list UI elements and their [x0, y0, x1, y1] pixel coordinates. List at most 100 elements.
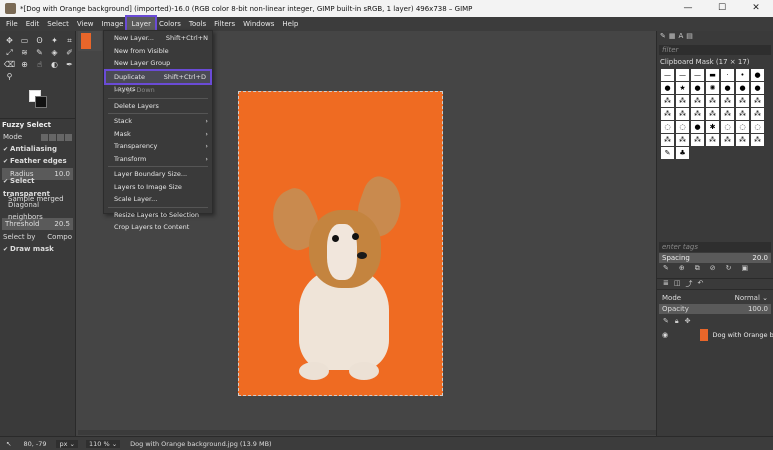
brush-icon[interactable]: ♣ [676, 147, 689, 159]
brush-icon[interactable]: ⁂ [706, 108, 719, 120]
brush-icon[interactable]: ● [721, 82, 734, 94]
brush-icon[interactable]: ✺ [706, 82, 719, 94]
move-tool-icon[interactable]: ✥ [3, 35, 16, 46]
brush-icon[interactable]: ● [691, 82, 704, 94]
brush-icon[interactable]: ▬ [706, 69, 719, 81]
paths-tab-icon[interactable]: ⤴ [686, 279, 693, 289]
warp-icon[interactable]: ≋ [18, 47, 31, 58]
brush-icon[interactable]: — [691, 69, 704, 81]
brush-icon[interactable]: ◌ [736, 121, 749, 133]
menu-item-transform[interactable]: Transform › [104, 153, 212, 166]
brush-icon[interactable]: — [661, 69, 674, 81]
select-by-row[interactable]: Select by Compo [0, 231, 75, 243]
brush-icon[interactable]: ⁂ [661, 95, 674, 107]
delete-brush-icon[interactable]: ⊘ [710, 264, 716, 276]
bucket-icon[interactable]: ◈ [48, 47, 61, 58]
clone-icon[interactable]: ⊕ [18, 59, 31, 70]
fuzzy-select-icon[interactable]: ✦ [48, 35, 61, 46]
color-swatches[interactable] [0, 86, 75, 118]
unit-select[interactable]: px ⌄ [56, 439, 78, 448]
diagonal-neighbors-checkbox[interactable]: Diagonal neighbors [0, 201, 75, 221]
menu-item-transparency[interactable]: Transparency › [104, 140, 212, 153]
tags-input[interactable]: enter tags [659, 242, 771, 252]
select-by-value[interactable]: Compo [47, 231, 72, 243]
brush-icon[interactable]: ⁂ [721, 95, 734, 107]
rect-select-icon[interactable]: ▭ [18, 35, 31, 46]
brush-icon[interactable]: ⁂ [751, 134, 764, 146]
menu-item-crop-layers-to-content[interactable]: Crop Layers to Content [104, 221, 212, 234]
undo-history-icon[interactable]: ↶ [698, 279, 704, 289]
brush-icon[interactable]: ⁂ [736, 108, 749, 120]
zoom-select[interactable]: 110 % ⌄ [85, 439, 121, 448]
brush-icon[interactable]: · [721, 69, 734, 81]
brush-icon[interactable]: ⁂ [721, 108, 734, 120]
path-icon[interactable]: ✒ [63, 59, 76, 70]
menu-item-delete-layers[interactable]: Delete Layers [104, 100, 212, 113]
refresh-brushes-icon[interactable]: ↻ [726, 264, 732, 276]
brush-icon[interactable]: — [676, 69, 689, 81]
brushes-tab-icon[interactable]: ✎ [660, 32, 666, 42]
lock-position-icon[interactable]: 🔒︎ [675, 317, 679, 327]
menu-windows[interactable]: Windows [239, 17, 278, 31]
brush-icon[interactable]: ◌ [721, 121, 734, 133]
mode-buttons[interactable] [41, 133, 72, 141]
brush-icon[interactable]: ⁂ [736, 95, 749, 107]
brush-icon[interactable]: ⁂ [751, 95, 764, 107]
visibility-eye-icon[interactable]: ◉ [662, 331, 668, 339]
select-transparent-checkbox[interactable]: Select transparent [0, 177, 75, 198]
menu-file[interactable]: File [2, 17, 22, 31]
brush-icon[interactable]: ✐ [63, 47, 76, 58]
menu-colors[interactable]: Colors [155, 17, 185, 31]
layer-mode-value[interactable]: Normal ⌄ [735, 293, 768, 303]
menu-item-duplicate-layers[interactable]: Duplicate Layers Shift+Ctrl+D [104, 68, 212, 93]
dodge-icon[interactable]: ◐ [48, 59, 61, 70]
smudge-icon[interactable]: ☝ [33, 59, 46, 70]
menu-item-new-from-visible[interactable]: New from Visible [104, 45, 212, 58]
eraser-icon[interactable]: ⌫ [3, 59, 16, 70]
brush-icon[interactable]: ⁂ [661, 108, 674, 120]
document-history-icon[interactable]: ▤ [686, 32, 693, 42]
brush-icon[interactable]: ⁂ [691, 108, 704, 120]
menu-view[interactable]: View [73, 17, 98, 31]
brush-grid[interactable]: — — — ▬ · • ● ● ★ ● ✺ ● ● ● ⁂ ⁂ ⁂ ⁂ ⁂ ⁂ ⁂ ⁂ ⁂ ⁂ ⁂ ⁂ ⁂ ⁂ ◌ ◌ ● ✱ ◌ ◌ ◌ … [657, 67, 773, 161]
menu-image[interactable]: Image [98, 17, 128, 31]
menu-item-new-layer-group[interactable]: New Layer Group [104, 57, 212, 70]
duplicate-brush-icon[interactable]: ⧉ [695, 264, 700, 276]
close-button[interactable]: ✕ [739, 0, 773, 17]
menu-filters[interactable]: Filters [210, 17, 239, 31]
brush-icon[interactable]: ● [751, 69, 764, 81]
menu-item-mask[interactable]: Mask › [104, 128, 212, 141]
menu-help[interactable]: Help [278, 17, 302, 31]
open-brush-icon[interactable]: ▣ [742, 264, 749, 276]
menu-select[interactable]: Select [43, 17, 73, 31]
lasso-icon[interactable]: ʘ [33, 35, 46, 46]
opacity-slider[interactable]: Opacity 100.0 [659, 304, 771, 314]
maximize-button[interactable]: ☐ [705, 0, 739, 17]
menu-item-stack[interactable]: Stack › [104, 115, 212, 128]
channels-tab-icon[interactable]: ◫ [674, 279, 681, 289]
brush-icon[interactable]: ◌ [661, 121, 674, 133]
brush-icon[interactable]: • [736, 69, 749, 81]
brush-icon[interactable]: ★ [676, 82, 689, 94]
brush-icon[interactable]: ● [661, 82, 674, 94]
layer-item[interactable]: ◉ Dog with Orange ba [659, 328, 773, 342]
patterns-tab-icon[interactable]: ▦ [669, 32, 676, 42]
layer-mode-row[interactable]: Mode Normal ⌄ [659, 293, 771, 303]
background-color[interactable] [35, 96, 47, 108]
spacing-slider[interactable]: Spacing 20.0 [659, 253, 771, 263]
brush-icon[interactable]: ⁂ [676, 95, 689, 107]
fonts-tab-icon[interactable]: A [679, 32, 684, 42]
minimize-button[interactable]: — [671, 0, 705, 17]
menu-item-layers-to-image-size[interactable]: Layers to Image Size [104, 181, 212, 194]
threshold-slider[interactable]: Threshold 20.5 [2, 218, 73, 230]
menu-item-layer-boundary-size[interactable]: Layer Boundary Size... [104, 168, 212, 181]
zoom-icon[interactable]: ⚲ [3, 71, 16, 82]
menu-layer[interactable]: Layer [125, 15, 157, 33]
brush-icon[interactable]: ⁂ [661, 134, 674, 146]
brush-icon[interactable]: ⁂ [691, 134, 704, 146]
layers-tab-icon[interactable]: ≣ [663, 279, 669, 289]
edit-brush-icon[interactable]: ✎ [663, 264, 669, 276]
brush-icon[interactable]: ⁂ [676, 108, 689, 120]
brush-icon[interactable]: ⁂ [706, 95, 719, 107]
draw-mask-checkbox[interactable]: Draw mask [0, 243, 75, 255]
